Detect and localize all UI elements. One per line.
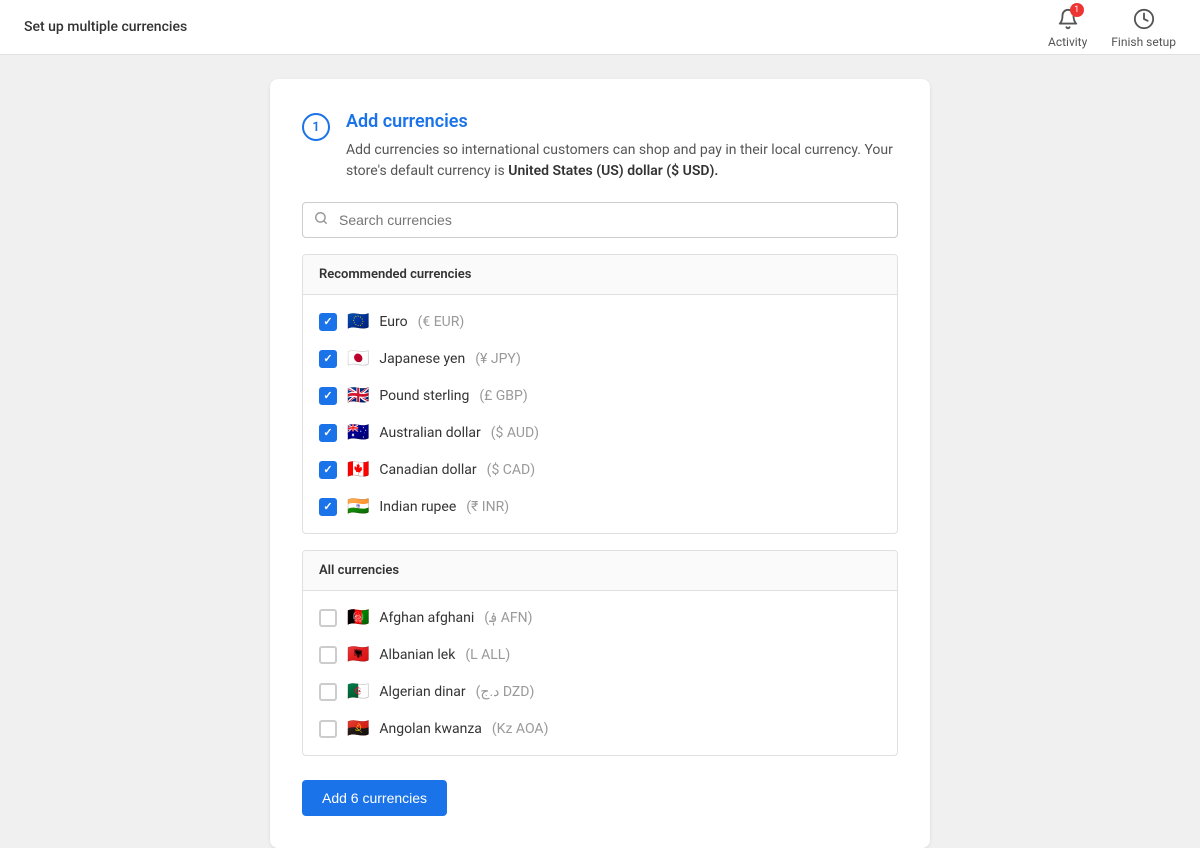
currency-flag: 🇪🇺 xyxy=(347,311,369,332)
currency-item: 🇦🇴 Angolan kwanza (Kz AOA) xyxy=(319,710,881,747)
currency-checkbox[interactable] xyxy=(319,683,337,701)
currency-flag: 🇦🇱 xyxy=(347,644,369,665)
currency-flag: 🇮🇳 xyxy=(347,496,369,517)
currency-flag: 🇩🇿 xyxy=(347,681,369,702)
currency-code: ($ CAD) xyxy=(487,462,535,478)
step-header: 1 Add currencies Add currencies so inter… xyxy=(302,111,898,182)
currency-checkbox[interactable] xyxy=(319,461,337,479)
finish-setup-icon-wrapper xyxy=(1130,5,1158,33)
finish-setup-nav-item[interactable]: Finish setup xyxy=(1111,5,1176,49)
all-currencies-section: All currencies 🇦🇫Afghan afghani (؋ AFN)🇦… xyxy=(302,550,898,756)
currency-name: Algerian dinar xyxy=(379,684,465,700)
currency-item: 🇦🇱 Albanian lek (L ALL) xyxy=(319,636,881,673)
currency-code: (د.ج DZD) xyxy=(476,684,535,700)
currency-checkbox[interactable] xyxy=(319,387,337,405)
search-input[interactable] xyxy=(302,202,898,238)
currency-code: (₹ INR) xyxy=(466,499,509,515)
currency-code: (Kz AOA) xyxy=(492,721,549,737)
setup-card: 1 Add currencies Add currencies so inter… xyxy=(270,79,930,848)
currency-item: 🇪🇺 Euro (€ EUR) xyxy=(319,303,881,340)
search-container xyxy=(302,202,898,238)
finish-setup-label: Finish setup xyxy=(1111,35,1176,49)
currency-checkbox[interactable] xyxy=(319,646,337,664)
currency-code: (¥ JPY) xyxy=(475,351,521,367)
currency-checkbox[interactable] xyxy=(319,350,337,368)
main-content: 1 Add currencies Add currencies so inter… xyxy=(0,55,1200,700)
step-description: Add currencies so international customer… xyxy=(346,140,898,182)
currency-item: 🇨🇦 Canadian dollar ($ CAD) xyxy=(319,451,881,488)
currency-item: 🇯🇵 Japanese yen (¥ JPY) xyxy=(319,340,881,377)
activity-icon-wrapper: 1 xyxy=(1054,5,1082,33)
currency-checkbox[interactable] xyxy=(319,609,337,627)
activity-label: Activity xyxy=(1048,35,1087,49)
currency-flag: 🇦🇺 xyxy=(347,422,369,443)
currency-flag: 🇬🇧 xyxy=(347,385,369,406)
currency-checkbox[interactable] xyxy=(319,313,337,331)
clock-icon xyxy=(1133,8,1155,30)
recommended-section-label: Recommended currencies xyxy=(303,255,897,295)
step-content: Add currencies Add currencies so interna… xyxy=(346,111,898,182)
header-actions: 1 Activity Finish setup xyxy=(1048,5,1176,49)
search-icon xyxy=(314,211,328,229)
currency-name: Angolan kwanza xyxy=(379,721,481,737)
header: Set up multiple currencies 1 Activity Fi… xyxy=(0,0,1200,55)
activity-nav-item[interactable]: 1 Activity xyxy=(1048,5,1087,49)
add-currencies-button[interactable]: Add 6 currencies xyxy=(302,780,447,816)
all-currency-list: 🇦🇫 Afghan afghani (؋ AFN) 🇦🇱 Albanian lek (… xyxy=(303,591,897,755)
currency-name: Indian rupee xyxy=(379,499,456,515)
step-badge: 1 xyxy=(302,113,330,141)
currency-code: ($ AUD) xyxy=(491,425,539,441)
currency-item: 🇮🇳 Indian rupee (₹ INR) xyxy=(319,488,881,525)
currency-name: Albanian lek xyxy=(379,647,455,663)
currency-checkbox[interactable] xyxy=(319,720,337,738)
currency-name: Canadian dollar xyxy=(379,462,476,478)
currency-code: (؋ AFN) xyxy=(484,610,532,626)
currency-item: 🇩🇿 Algerian dinar (د.ج DZD) xyxy=(319,673,881,710)
currency-checkbox[interactable] xyxy=(319,498,337,516)
currency-name: Pound sterling xyxy=(379,388,469,404)
currency-flag: 🇨🇦 xyxy=(347,459,369,480)
page-title: Set up multiple currencies xyxy=(24,19,187,35)
currency-name: Afghan afghani xyxy=(379,610,474,626)
currency-code: (€ EUR) xyxy=(418,314,465,330)
step-description-strong: United States (US) dollar ($ USD). xyxy=(508,163,718,179)
recommended-currency-list: 🇪🇺 Euro (€ EUR) 🇯🇵 Japanese yen (¥ JPY) 🇬🇧 Po… xyxy=(303,295,897,533)
currency-name: Japanese yen xyxy=(379,351,465,367)
activity-badge: 1 xyxy=(1070,3,1084,17)
step-title: Add currencies xyxy=(346,111,898,132)
currency-item: 🇦🇺 Australian dollar ($ AUD) xyxy=(319,414,881,451)
all-section-label: All currencies xyxy=(303,551,897,591)
recommended-currencies-section: Recommended currencies 🇪🇺 Euro (€ EUR) 🇯🇵 J… xyxy=(302,254,898,534)
currency-flag: 🇦🇴 xyxy=(347,718,369,739)
currency-name: Euro xyxy=(379,314,407,330)
currency-item: 🇬🇧 Pound sterling (£ GBP) xyxy=(319,377,881,414)
currency-item: 🇦🇫 Afghan afghani (؋ AFN) xyxy=(319,599,881,636)
currency-flag: 🇯🇵 xyxy=(347,348,369,369)
currency-code: (L ALL) xyxy=(465,647,510,663)
currency-code: (£ GBP) xyxy=(479,388,527,404)
currency-name: Australian dollar xyxy=(379,425,480,441)
currency-checkbox[interactable] xyxy=(319,424,337,442)
currency-flag: 🇦🇫 xyxy=(347,607,369,628)
